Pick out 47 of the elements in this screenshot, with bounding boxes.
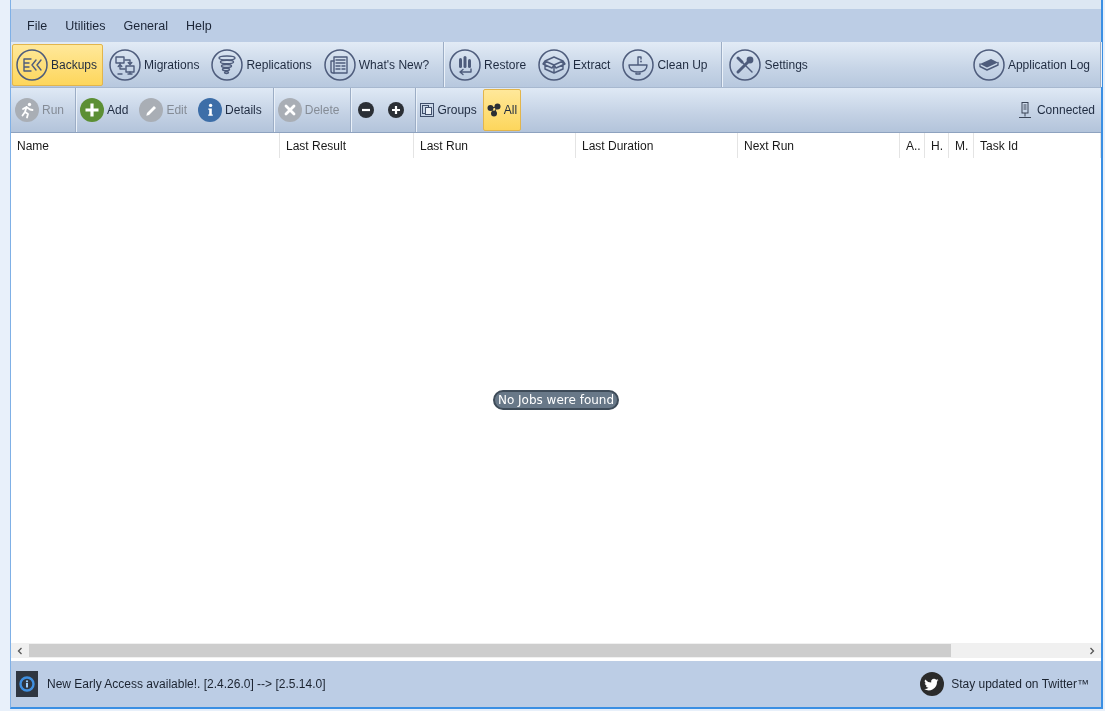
settings-button[interactable]: Settings (725, 43, 814, 86)
scrollbar-thumb[interactable] (29, 644, 951, 657)
menu-item[interactable]: File (18, 18, 57, 33)
details-button[interactable]: Details (196, 96, 267, 124)
box-icon (538, 48, 571, 81)
server-icon (1018, 102, 1031, 118)
book-icon (972, 48, 1005, 81)
info-icon (198, 98, 223, 122)
bird-icon[interactable] (920, 672, 945, 696)
application-log-button[interactable]: Application Log (968, 43, 1096, 86)
scroll-right-icon[interactable] (1088, 646, 1096, 655)
groups-toggle[interactable]: Groups (416, 89, 481, 131)
expand-button[interactable] (386, 100, 407, 120)
add-button[interactable]: Add (78, 96, 134, 124)
whats-new-button[interactable]: What's New? (319, 43, 436, 86)
backups-button[interactable]: Backups (12, 43, 104, 86)
menu-item[interactable]: General (114, 18, 177, 33)
x-icon (277, 98, 302, 122)
pencil-icon (139, 98, 164, 122)
twitter-link[interactable]: Stay updated on Twitter™ (951, 677, 1089, 691)
plus-icon (388, 102, 405, 118)
info-badge-icon (16, 671, 38, 697)
clean-up-button[interactable]: Clean Up (618, 43, 714, 86)
dots-cluster-icon (486, 103, 501, 117)
plus-icon (80, 98, 104, 122)
all-toggle[interactable]: All (482, 89, 522, 131)
empty-message: No Jobs were found (492, 389, 620, 410)
scroll-left-icon[interactable] (16, 646, 24, 655)
collapse-button[interactable] (356, 100, 377, 120)
running-figure-icon (15, 98, 39, 122)
sink-icon (622, 48, 655, 81)
stacked-squares-icon (420, 103, 435, 117)
migrations-button[interactable]: Migrations (105, 43, 206, 86)
settings-icon (729, 48, 762, 81)
connection-status: Connected (1018, 88, 1101, 132)
menu-item[interactable]: Utilities (56, 18, 115, 33)
newspaper-icon (323, 48, 356, 81)
list-chevrons-icon (16, 48, 48, 81)
tornado-icon (211, 48, 244, 81)
restore-button[interactable]: Restore (445, 43, 533, 86)
menu-item[interactable]: Help (176, 18, 221, 33)
replications-button[interactable]: Replications (207, 43, 318, 86)
horizontal-scrollbar[interactable] (11, 643, 1101, 658)
monitors-arrows-icon (109, 48, 142, 81)
update-message: New Early Access available!. [2.4.26.0] --> [2.5.14.0] (47, 677, 326, 691)
extract-button[interactable]: Extract (534, 43, 617, 86)
minus-icon (358, 102, 375, 118)
